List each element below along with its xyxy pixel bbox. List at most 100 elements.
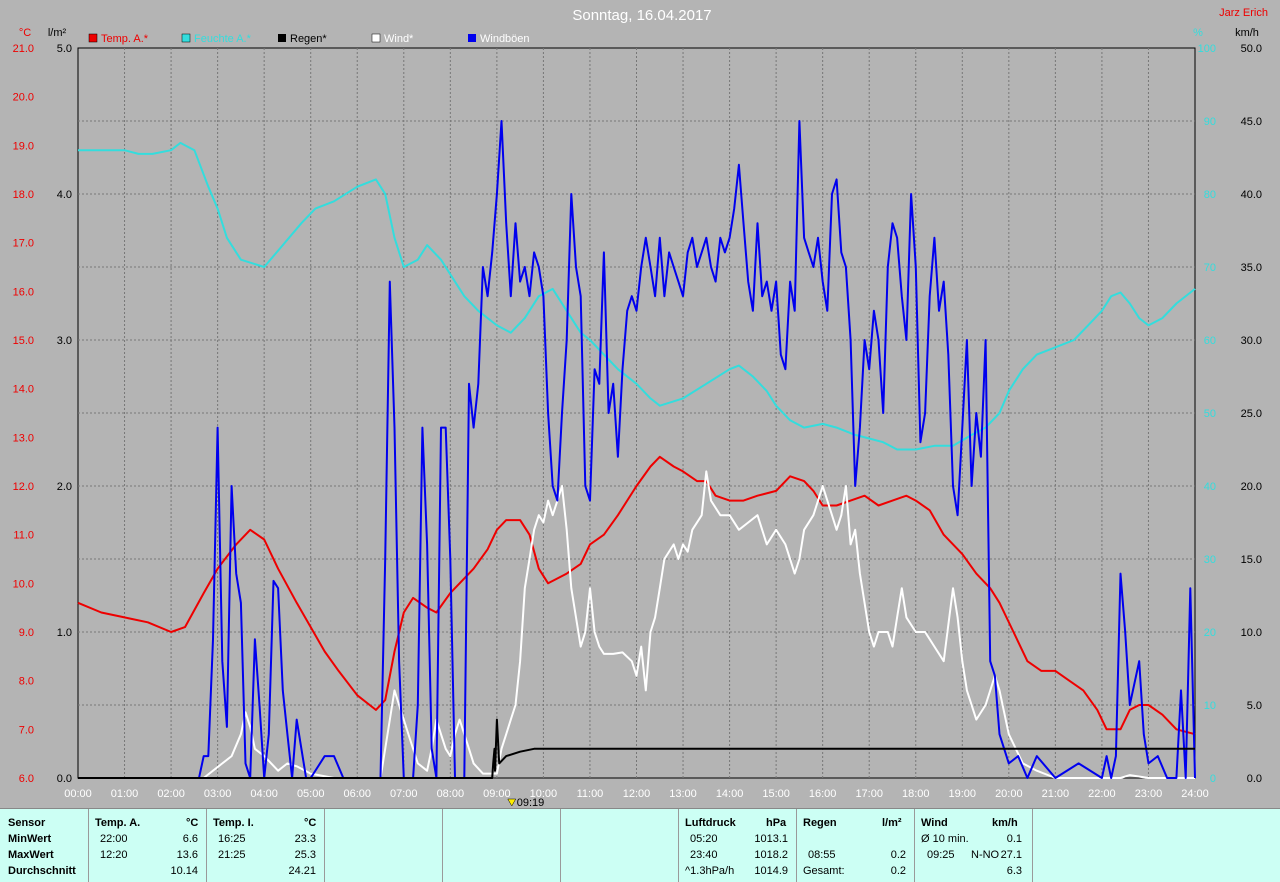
wind-tick-label: 0.0 [1247, 773, 1262, 785]
temp-i-header: Temp. I. [213, 817, 254, 829]
wind-tick-label: 30.0 [1241, 335, 1262, 347]
humidity-tick-label: 40 [1204, 481, 1216, 493]
legend-label-gusts: Windböen [480, 33, 530, 45]
wind-tick-label: 20.0 [1241, 481, 1262, 493]
temp-unit-label: °C [19, 27, 31, 39]
rain-header: Regen [803, 817, 837, 829]
temp-i-max-time: 21:25 [218, 849, 246, 861]
wind-max-direction: N-NO [971, 849, 1000, 861]
divider [796, 809, 797, 882]
humidity-tick-label: 30 [1204, 554, 1216, 566]
temp-tick-label: 9.0 [19, 627, 34, 639]
stats-panel: Sensor MinWert MaxWert Durchschnitt Temp… [0, 808, 1280, 882]
divider [1032, 809, 1033, 882]
time-tick-label: 04:00 [250, 788, 278, 800]
row-label-avg: Durchschnitt [8, 865, 76, 877]
rain-total-value: 0.2 [890, 865, 906, 877]
rain-tick-label: 2.0 [57, 481, 72, 493]
wind-axis: 0.0 5.0 10.0 15.0 20.0 25.0 30.0 35.0 40.0 45.0 50… [1241, 43, 1262, 785]
temp-i-min-value: 23.3 [294, 833, 316, 845]
time-tick-label: 20:00 [995, 788, 1023, 800]
rain-total-label: Gesamt: [803, 865, 845, 877]
time-tick-label: 22:00 [1088, 788, 1116, 800]
time-tick-label: 06:00 [343, 788, 371, 800]
temp-a-unit: °C [186, 817, 199, 829]
wind-tick-label: 5.0 [1247, 700, 1262, 712]
row-label-max: MaxWert [8, 849, 54, 861]
wind-unit: km/h [992, 817, 1018, 829]
humidity-tick-label: 10 [1204, 700, 1216, 712]
temp-tick-label: 8.0 [19, 676, 34, 688]
temp-tick-label: 12.0 [13, 481, 34, 493]
legend: Temp. A.* Feuchte A.* Regen* Wind* Windb… [88, 33, 530, 45]
temp-tick-label: 7.0 [19, 724, 34, 736]
rain-max-time: 08:55 [808, 849, 836, 861]
humidity-tick-label: 20 [1204, 627, 1216, 639]
temp-tick-label: 20.0 [13, 92, 34, 104]
temp-tick-label: 19.0 [13, 140, 34, 152]
pressure-max-time: 23:40 [690, 849, 718, 861]
temp-tick-label: 6.0 [19, 773, 34, 785]
time-tick-label: 23:00 [1135, 788, 1163, 800]
rain-axis: 0.0 1.0 2.0 3.0 4.0 5.0 [57, 43, 72, 785]
humidity-tick-label: 70 [1204, 262, 1216, 274]
row-label-min: MinWert [8, 833, 52, 845]
legend-swatch-humidity [181, 33, 191, 43]
temp-a-max-value: 13.6 [176, 849, 198, 861]
pressure-unit: hPa [766, 817, 787, 829]
temp-tick-label: 10.0 [13, 578, 34, 590]
humidity-axis: 0 10 20 30 40 50 60 70 80 90 100 [1198, 43, 1216, 785]
rain-tick-label: 5.0 [57, 43, 72, 55]
legend-swatch-rain [278, 34, 286, 42]
time-tick-label: 02:00 [157, 788, 185, 800]
wind-header: Wind [921, 817, 948, 829]
time-tick-label: 08:00 [437, 788, 465, 800]
temp-tick-label: 11.0 [13, 530, 34, 542]
pressure-trend: ^1.3hPa/h [685, 865, 735, 877]
rain-unit: l/m² [882, 817, 902, 829]
time-tick-label: 17:00 [855, 788, 883, 800]
temp-tick-label: 18.0 [13, 189, 34, 201]
time-tick-label: 15:00 [762, 788, 790, 800]
legend-swatch-gusts [468, 34, 476, 42]
time-tick-label: 11:00 [577, 788, 604, 800]
time-tick-label: 21:00 [1042, 788, 1070, 800]
rain-max-value: 0.2 [890, 849, 906, 861]
wind-tick-label: 45.0 [1241, 116, 1262, 128]
temp-i-min-time: 16:25 [218, 833, 246, 845]
rain-tick-label: 4.0 [57, 189, 72, 201]
legend-label-humidity: Feuchte A.* [194, 33, 252, 45]
temp-i-average: 24.21 [288, 865, 316, 877]
wind-max-value: 27.1 [1000, 849, 1022, 861]
humidity-tick-label: 0 [1210, 773, 1216, 785]
divider [442, 809, 443, 882]
temp-a-max-time: 12:20 [100, 849, 128, 861]
temp-i-max-value: 25.3 [294, 849, 316, 861]
author-label: Jarz Erich [1219, 7, 1268, 19]
time-tick-label: 16:00 [809, 788, 837, 800]
temp-a-min-time: 22:00 [100, 833, 128, 845]
rain-tick-label: 3.0 [57, 335, 72, 347]
time-tick-label: 00:00 [64, 788, 92, 800]
wind-tick-label: 10.0 [1241, 627, 1262, 639]
temp-tick-label: 21.0 [13, 43, 34, 55]
rain-tick-label: 1.0 [57, 627, 72, 639]
divider [88, 809, 89, 882]
wind-tick-label: 35.0 [1241, 262, 1262, 274]
time-tick-label: 18:00 [902, 788, 930, 800]
chart-title: Sonntag, 16.04.2017 [572, 7, 711, 24]
wind-avg-label: Ø 10 min. [921, 833, 969, 845]
humidity-tick-label: 100 [1198, 43, 1216, 55]
legend-swatch-temp [88, 33, 98, 43]
time-tick-label: 07:00 [390, 788, 418, 800]
sensor-header: Sensor [8, 817, 46, 829]
time-tick-label: 13:00 [669, 788, 697, 800]
pressure-max-value: 1018.2 [754, 849, 788, 861]
weather-chart: Sonntag, 16.04.2017 Jarz Erich °C l/m² %… [13, 7, 1268, 808]
time-marker: 09:19 [507, 797, 544, 808]
time-tick-label: 12:00 [623, 788, 651, 800]
pressure-min-value: 1013.1 [754, 833, 788, 845]
time-tick-label: 03:00 [204, 788, 232, 800]
wind-avg-value: 0.1 [1006, 833, 1022, 845]
legend-swatch-wind [371, 33, 381, 43]
